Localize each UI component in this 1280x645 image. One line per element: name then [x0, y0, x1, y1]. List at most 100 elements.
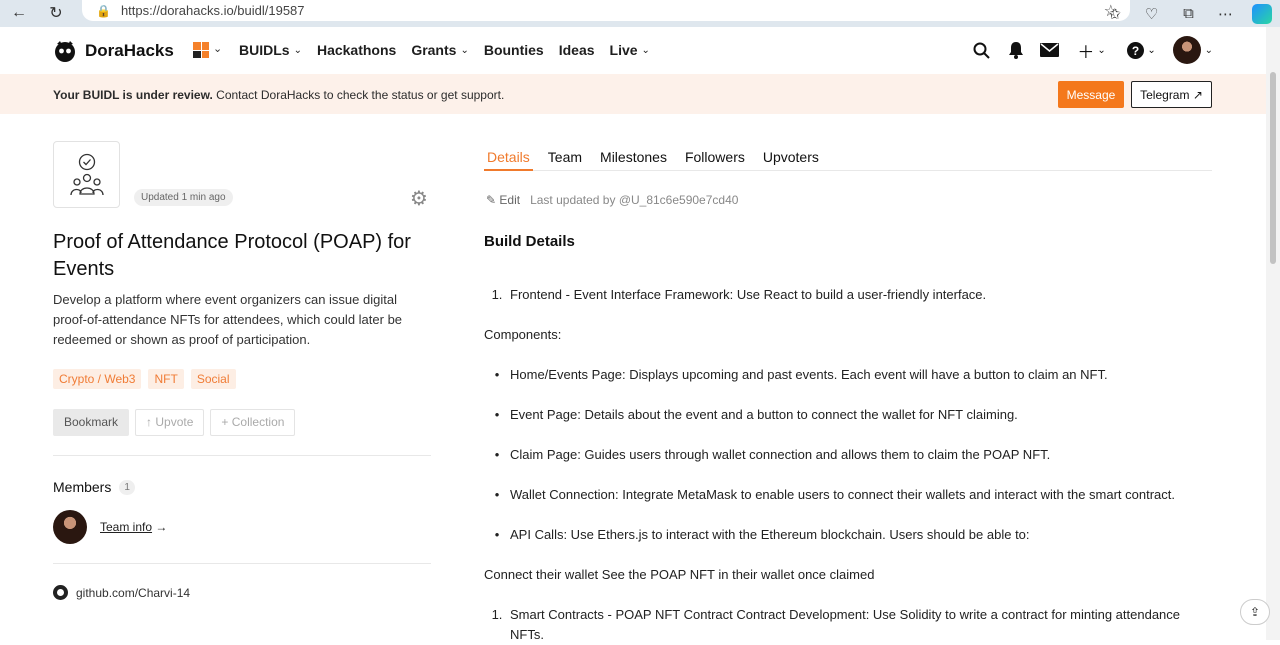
chevron-down-icon: ⌄ [641, 44, 650, 56]
share-icon[interactable]: ⇪ [1240, 599, 1270, 625]
list-item: • Event Page: Details about the event and… [484, 405, 1212, 445]
help-icon[interactable]: ? ⌄ [1123, 37, 1161, 63]
tag[interactable]: NFT [148, 369, 184, 389]
page-scrollbar[interactable] [1266, 27, 1280, 640]
tab-followers[interactable]: Followers [682, 146, 748, 171]
divider [53, 455, 431, 456]
tab-upvoters[interactable]: Upvoters [760, 146, 822, 171]
project-description: Develop a platform where event organizer… [53, 292, 403, 347]
banner-message: Contact DoraHacks to check the status or… [212, 88, 505, 102]
nav-item-label: Live [609, 42, 638, 58]
list-marker: 1. [491, 287, 503, 302]
chevron-down-icon[interactable]: ⌄ [1205, 45, 1213, 56]
detail-tabs: Details Team Milestones Followers Upvote… [484, 146, 1212, 171]
nav-item-label: Hackathons [316, 42, 397, 58]
member-avatar[interactable] [53, 510, 87, 544]
bell-icon[interactable] [1005, 37, 1027, 63]
team-info-label: Team info [100, 520, 153, 534]
bullet-marker: • [494, 367, 500, 382]
list-text: Wallet Connection: Integrate MetaMask to… [510, 487, 1176, 502]
review-banner: Your BUIDL is under review. Contact Dora… [0, 74, 1266, 114]
refresh-icon[interactable]: ↻ [45, 2, 67, 24]
more-icon[interactable]: ⋯ [1207, 5, 1244, 23]
paragraph: Connect their wallet See the POAP NFT in… [484, 565, 1212, 605]
list-item: • API Calls: Use Ethers.js to interact wi… [484, 525, 1212, 565]
nav-item-ideas[interactable]: Ideas [559, 42, 595, 58]
chevron-down-icon: ⌄ [293, 44, 302, 56]
list-text: Home/Events Page: Displays upcoming and … [510, 367, 1108, 382]
github-link[interactable]: github.com/Charvi-14 [53, 585, 190, 600]
paragraph-text: Components: [484, 327, 562, 342]
brand[interactable]: DoraHacks [53, 39, 174, 63]
collections-icon[interactable]: ⧉ [1170, 5, 1207, 22]
nav-item-grants[interactable]: Grants ⌄ [411, 42, 469, 58]
bullet-marker: • [494, 447, 500, 462]
members-heading: Members 1 [53, 479, 135, 495]
nav-item-hackathons[interactable]: Hackathons [317, 42, 396, 58]
list-text: Smart Contracts - POAP NFT Contract Cont… [510, 607, 1181, 642]
upvote-button[interactable]: ↑ Upvote [135, 409, 205, 436]
browser-toolbar: ← ↻ 🔒 https://dorahacks.io/buidl/19587 ☆… [0, 0, 1280, 27]
list-item: • Wallet Connection: Integrate MetaMask t… [484, 485, 1212, 525]
section-heading: Build Details [484, 233, 575, 250]
user-avatar[interactable] [1172, 36, 1201, 64]
nav-item-label: Ideas [558, 42, 595, 58]
list-item: 1. Smart Contracts - POAP NFT Contract Co… [484, 605, 1212, 645]
browser-essentials-icon[interactable]: ♡ [1133, 5, 1170, 23]
favorites-icon[interactable]: ✩ [1096, 5, 1133, 23]
list-item: • Claim Page: Guides users through wallet… [484, 445, 1212, 485]
updated-badge: Updated 1 min ago [134, 189, 233, 206]
gear-icon[interactable]: ⚙ [410, 186, 428, 211]
members-count: 1 [119, 479, 135, 495]
people-check-icon [69, 153, 104, 195]
list-text: Frontend - Event Interface Framework: Us… [510, 287, 987, 302]
edit-button[interactable]: ✎ Edit [486, 193, 520, 207]
list-marker: 1. [491, 607, 503, 622]
svg-text:?: ? [1132, 44, 1139, 58]
apps-grid-icon[interactable] [193, 42, 209, 58]
project-actions: Bookmark ↑ Upvote + Collection [53, 409, 296, 436]
tag[interactable]: Crypto / Web3 [53, 369, 142, 389]
tab-details[interactable]: Details [484, 146, 533, 171]
team-info-link[interactable]: Team info → [100, 520, 167, 534]
list-text: API Calls: Use Ethers.js to interact wit… [510, 527, 1030, 542]
tab-milestones[interactable]: Milestones [597, 146, 670, 171]
message-button[interactable]: Message [1058, 81, 1124, 108]
last-updated: Last updated by @U_81c6e590e7cd40 [530, 193, 739, 207]
back-icon[interactable]: ← [8, 2, 30, 24]
list-item: 1. Frontend - Event Interface Framework: … [484, 285, 1212, 325]
nav-item-buidls[interactable]: BUIDLs ⌄ [239, 42, 302, 58]
list-text: Event Page: Details about the event and … [510, 407, 1018, 422]
members-label: Members [53, 479, 112, 495]
tab-team[interactable]: Team [545, 146, 585, 171]
build-details: Build Details 1. Frontend - Event Interfa… [484, 233, 1212, 645]
github-icon [53, 585, 68, 600]
bookmark-button[interactable]: Bookmark [53, 409, 130, 436]
chevron-down-icon: ⌄ [460, 44, 469, 56]
address-bar[interactable]: 🔒 https://dorahacks.io/buidl/19587 ☆ [82, 0, 1130, 21]
main-menu: BUIDLs ⌄ Hackathons Grants ⌄ Bounties Idea… [239, 42, 650, 58]
search-icon[interactable] [971, 37, 993, 63]
create-plus-icon[interactable]: ＋ ⌄ [1073, 37, 1111, 63]
site-header: DoraHacks ⌄ BUIDLs ⌄ Hackathons Grants ⌄ B… [0, 27, 1266, 74]
copilot-icon[interactable] [1252, 3, 1272, 24]
nav-item-label: Grants [411, 42, 457, 58]
tag[interactable]: Social [190, 369, 236, 389]
bullet-marker: • [494, 407, 500, 422]
telegram-button[interactable]: Telegram ↗ [1131, 81, 1212, 108]
mail-icon[interactable] [1039, 37, 1061, 63]
list-item: • Home/Events Page: Displays upcoming and… [484, 365, 1212, 405]
scrollbar-thumb[interactable] [1270, 72, 1276, 264]
bullet-marker: • [494, 487, 500, 502]
nav-item-live[interactable]: Live ⌄ [610, 42, 650, 58]
list-text: Claim Page: Guides users through wallet … [510, 447, 1051, 462]
add-collection-button[interactable]: + Collection [210, 409, 296, 436]
arrow-right-icon: → [152, 520, 168, 534]
nav-item-label: BUIDLs [239, 42, 290, 58]
edit-bar: ✎ Edit Last updated by @U_81c6e590e7cd40 [486, 193, 738, 207]
banner-bold: Your BUIDL is under review. [53, 88, 213, 102]
nav-item-bounties[interactable]: Bounties [484, 42, 544, 58]
url-text: https://dorahacks.io/buidl/19587 [120, 3, 305, 18]
paragraph-text: Connect their wallet See the POAP NFT in… [484, 567, 875, 582]
chevron-down-icon[interactable]: ⌄ [213, 42, 222, 55]
